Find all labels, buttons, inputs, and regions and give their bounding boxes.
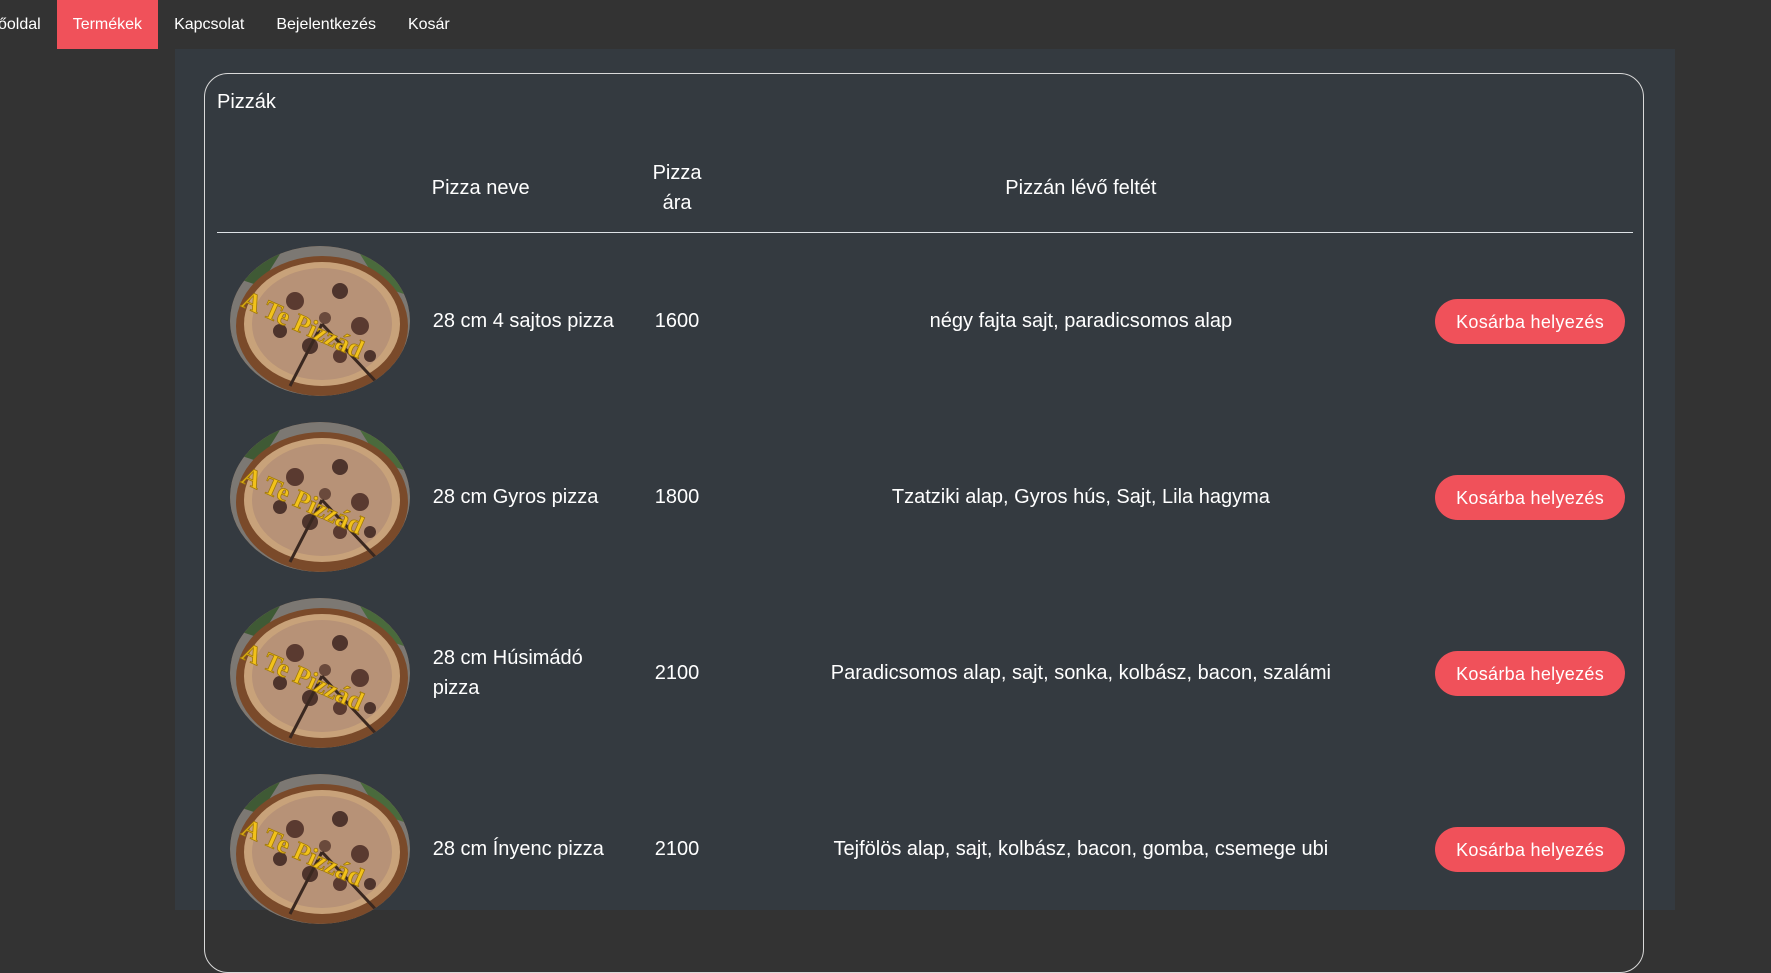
pizza-toppings-text: Tzatziki alap, Gyros hús, Sajt, Lila hag… [891,486,1270,508]
header-price-line2: ára [662,191,692,214]
pizza-price: 1600 [626,233,727,410]
pizza-toppings: négy fajta sajt, paradicsomos alap [728,233,1434,410]
add-to-cart-button[interactable]: Kosárba helyezés [1435,298,1626,344]
top-navbar: őoldal Termékek Kapcsolat Bejelentkezés … [0,0,1771,49]
table-row: A Te Pizzád 28 cm Ínyenc pizza 2100 Tejf… [217,761,1633,937]
pizza-image-cell: A Te Pizzád [217,409,431,585]
header-name-label: Pizza neve [431,176,530,199]
pizza-name: 28 cm 4 sajtos pizza [431,233,627,410]
pizza-image: A Te Pizzád [230,422,410,572]
pizza-toppings-text: Paradicsomos alap, sajt, sonka, kolbász,… [830,662,1331,684]
header-price: Pizza ára [626,143,728,233]
main-content: Pizzák Pizza neve Pizza ára Pizzán lévő … [175,49,1675,973]
header-price-line1: Pizza [652,161,702,184]
pizza-image: A Te Pizzád [230,598,410,748]
pizza-price-text: 2100 [654,838,700,860]
pizza-price-text: 1600 [654,310,700,332]
pizza-image-cell: A Te Pizzád [217,233,431,410]
pizza-toppings: Paradicsomos alap, sajt, sonka, kolbász,… [728,585,1434,761]
pizza-price: 2100 [626,761,727,937]
pizza-image: A Te Pizzád [230,246,410,396]
table-row: A Te Pizzád 28 cm Húsimádó pizza 2100 Pa… [217,585,1633,761]
pizza-card: Pizzák Pizza neve Pizza ára Pizzán lévő … [204,73,1644,973]
pizza-name-text: 28 cm Húsimádó pizza [432,647,583,699]
pizza-image: A Te Pizzád [230,774,410,924]
header-name: Pizza neve [430,143,627,233]
header-toppings: Pizzán lévő feltét [727,143,1435,233]
nav-login[interactable]: Bejelentkezés [260,0,392,49]
header-action [1434,143,1633,233]
nav-home[interactable]: őoldal [0,0,57,49]
table-row: A Te Pizzád 28 cm 4 sajtos pizza 1600 né… [217,233,1633,410]
pizza-table: Pizza neve Pizza ára Pizzán lévő feltét [217,143,1633,937]
pizza-toppings-text: Tejfölös alap, sajt, kolbász, bacon, gom… [833,838,1329,860]
table-row: A Te Pizzád 28 cm Gyros pizza 1800 Tzatz… [217,409,1633,585]
pizza-name-text: 28 cm 4 sajtos pizza [432,310,614,332]
add-to-cart-button[interactable]: Kosárba helyezés [1435,826,1626,872]
pizza-toppings: Tejfölös alap, sajt, kolbász, bacon, gom… [728,761,1434,937]
pizza-toppings: Tzatziki alap, Gyros hús, Sajt, Lila hag… [728,409,1434,585]
pizza-name: 28 cm Gyros pizza [431,409,627,585]
action-cell: Kosárba helyezés [1434,761,1633,937]
pizza-name-text: 28 cm Gyros pizza [432,486,599,508]
pizza-name-text: 28 cm Ínyenc pizza [432,838,604,860]
add-to-cart-button[interactable]: Kosárba helyezés [1435,474,1626,520]
pizza-name: 28 cm Ínyenc pizza [431,761,627,937]
header-image [217,143,431,233]
pizza-price-text: 1800 [654,486,700,508]
pizza-price: 1800 [626,409,727,585]
nav-products[interactable]: Termékek [56,0,159,49]
action-cell: Kosárba helyezés [1434,409,1633,585]
add-to-cart-button[interactable]: Kosárba helyezés [1435,650,1626,696]
pizza-price: 2100 [626,585,727,761]
pizza-image-cell: A Te Pizzád [217,761,431,937]
table-header-row: Pizza neve Pizza ára Pizzán lévő feltét [217,143,1633,233]
pizza-image-cell: A Te Pizzád [217,585,431,761]
nav-contact[interactable]: Kapcsolat [158,0,260,49]
header-toppings-label: Pizzán lévő feltét [1005,176,1157,199]
action-cell: Kosárba helyezés [1434,585,1633,761]
action-cell: Kosárba helyezés [1434,233,1633,410]
card-title: Pizzák [217,91,276,113]
pizza-name: 28 cm Húsimádó pizza [431,585,627,761]
nav-cart[interactable]: Kosár [392,0,466,49]
pizza-price-text: 2100 [654,662,700,684]
pizza-toppings-text: négy fajta sajt, paradicsomos alap [929,310,1233,332]
